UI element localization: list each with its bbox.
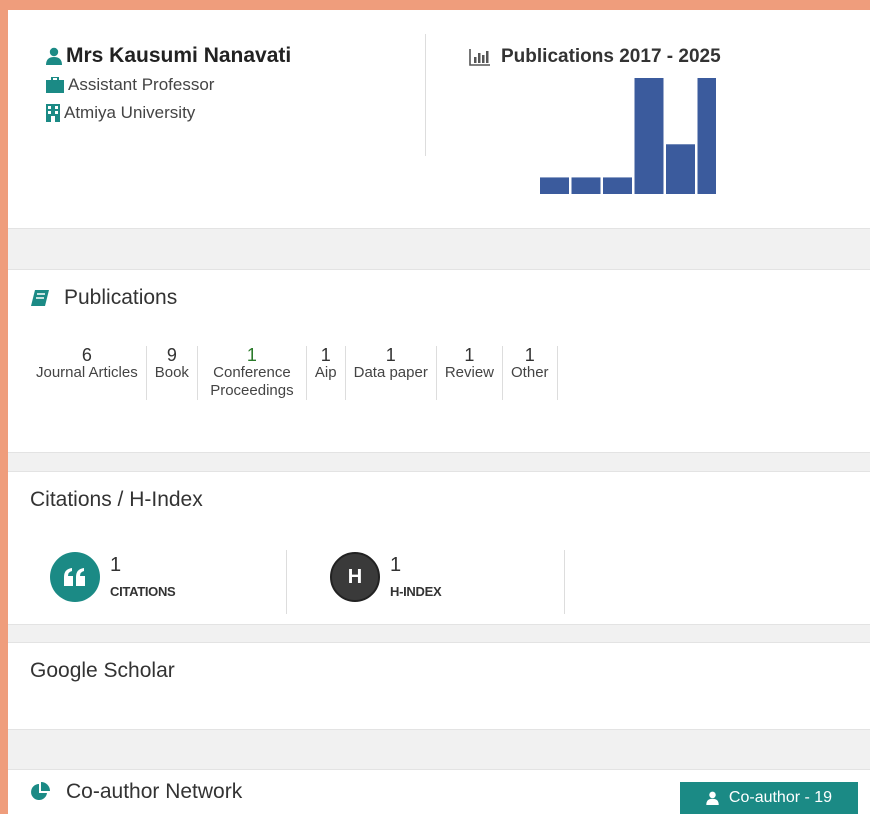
hindex-value: 1 <box>390 554 402 576</box>
chart-bar[interactable] <box>571 177 601 194</box>
publication-stat-label: Other <box>511 364 549 381</box>
publications-header[interactable]: Publications <box>8 270 870 326</box>
chart-bar[interactable] <box>634 78 664 194</box>
profile-institution: Atmiya University <box>64 103 196 122</box>
google-scholar-heading: Google Scholar <box>30 659 175 682</box>
publication-stat[interactable]: 9 Book <box>147 346 198 400</box>
citations-header[interactable]: Citations / H-Index <box>8 472 870 528</box>
publication-stat-label: Data paper <box>353 364 428 381</box>
publication-stat-label: Journal Articles <box>36 364 138 381</box>
profile-page: Mrs Kausumi Nanavati Assistant Professor… <box>8 10 870 814</box>
citations-body: 1 CITATIONS H 1 H-INDEX <box>8 528 870 624</box>
pie-chart-icon <box>31 782 50 800</box>
person-icon <box>46 47 62 65</box>
coauthor-header[interactable]: Co-author Network Co-author - 19 <box>8 770 870 814</box>
h-index-icon: H <box>330 552 380 602</box>
publication-stat[interactable]: 1 Other <box>503 346 558 400</box>
chart-bar[interactable] <box>666 144 695 194</box>
profile-card: Mrs Kausumi Nanavati Assistant Professor… <box>8 10 870 228</box>
citations-heading: Citations / H-Index <box>30 488 203 511</box>
profile-title: Assistant Professor <box>68 75 215 94</box>
publication-stat-label: Conference Proceedings <box>210 364 294 399</box>
publications-body: 6 Journal Articles 9 Book 1 Conference Procee… <box>8 326 870 452</box>
publication-stat-label: Book <box>154 364 189 381</box>
publication-stat-label: Review <box>444 364 495 381</box>
google-scholar-body <box>8 699 870 729</box>
profile-divider <box>425 34 426 156</box>
chart-title: Publications 2017 - 2025 <box>501 46 721 67</box>
publication-stat[interactable]: 1 Conference Proceedings <box>198 346 307 400</box>
chart-bar[interactable] <box>603 177 632 194</box>
book-icon <box>31 290 49 306</box>
person-icon <box>706 791 719 805</box>
publication-stats: 6 Journal Articles 9 Book 1 Conference Procee… <box>28 346 558 400</box>
publication-stat-count: 1 <box>524 345 535 365</box>
coauthor-button[interactable]: Co-author - 19 <box>680 782 858 814</box>
building-icon <box>46 104 60 122</box>
publication-stat[interactable]: 1 Data paper <box>346 346 437 400</box>
hindex-metric[interactable]: H 1 H-INDEX <box>330 552 442 602</box>
briefcase-icon <box>46 77 64 93</box>
quote-icon <box>50 552 100 602</box>
publication-stat[interactable]: 6 Journal Articles <box>28 346 147 400</box>
coauthor-button-label: Co-author - 19 <box>728 789 833 806</box>
chart-bar[interactable] <box>540 177 569 194</box>
publication-stat[interactable]: 1 Review <box>437 345 504 400</box>
google-scholar-header[interactable]: Google Scholar <box>8 643 870 699</box>
hindex-label: H-INDEX <box>390 584 442 599</box>
citations-label: CITATIONS <box>110 584 176 599</box>
chart-bar[interactable] <box>697 78 717 194</box>
citations-value: 1 <box>110 554 122 576</box>
profile-name[interactable]: Mrs Kausumi Nanavati <box>66 44 291 68</box>
publication-stat-count: 1 <box>246 345 257 365</box>
publication-stat[interactable]: 1 Aip <box>307 346 346 400</box>
publication-stat-count: 6 <box>81 345 92 365</box>
citations-metric[interactable]: 1 CITATIONS <box>50 552 176 602</box>
publication-stat-count: 9 <box>166 345 177 365</box>
publication-stat-count: 1 <box>320 345 331 365</box>
publication-stat-label: Aip <box>314 364 337 381</box>
coauthor-heading: Co-author Network <box>66 780 243 803</box>
publications-chart <box>540 78 717 194</box>
publication-stat-count: 1 <box>385 345 396 365</box>
publication-stat-count: 1 <box>464 345 475 365</box>
publications-heading: Publications <box>64 286 178 309</box>
bar-chart-icon <box>469 49 490 66</box>
